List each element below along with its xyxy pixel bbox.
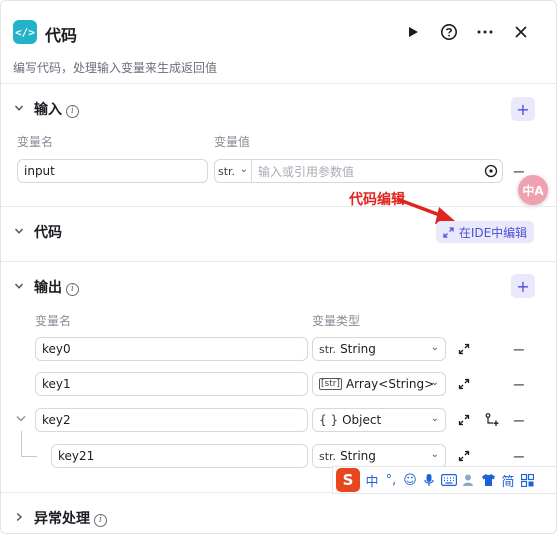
output-type-select[interactable]: [str] Array<String> ⌄	[312, 372, 446, 396]
output-section-label: 输出	[34, 280, 62, 296]
remove-output-button[interactable]: −	[512, 375, 526, 394]
output-type-select[interactable]: { } Object ⌄	[312, 408, 446, 432]
type-tag: { }	[319, 413, 339, 427]
input-name-field[interactable]: input	[17, 159, 208, 183]
ime-simplified[interactable]: 简	[501, 471, 515, 490]
output-name-field[interactable]: key2	[35, 408, 308, 432]
ime-keyboard-icon[interactable]	[441, 474, 457, 486]
type-label: Object	[342, 413, 382, 427]
code-icon: </>	[13, 20, 37, 44]
ime-toolbar: S 中 °, ☺ 简	[332, 466, 556, 494]
remove-output-button[interactable]: −	[512, 340, 526, 359]
ime-emoji-icon[interactable]: ☺	[403, 473, 417, 488]
output-type-select[interactable]: str. String ⌄	[312, 337, 446, 361]
divider	[1, 206, 556, 207]
error-section-title[interactable]: 异常处理 i	[34, 508, 107, 528]
reference-icon[interactable]	[484, 164, 498, 178]
type-label: Array<String>	[345, 377, 435, 391]
output-col-name: 变量名	[35, 314, 72, 328]
type-tag: [str]	[319, 378, 342, 390]
remove-output-button[interactable]: −	[512, 411, 526, 430]
play-icon[interactable]	[402, 21, 424, 43]
chevron-down-icon: ⌄	[239, 164, 248, 175]
edit-in-ide-button[interactable]: 在IDE中编辑	[436, 221, 534, 243]
input-col-name: 变量名	[17, 135, 54, 149]
input-col-value: 变量值	[214, 135, 251, 149]
tree-line	[21, 456, 37, 457]
expand-icon[interactable]	[457, 377, 471, 391]
type-label: String	[340, 342, 376, 356]
output-section-title[interactable]: 输出 i	[34, 277, 79, 297]
ime-skin-icon[interactable]	[481, 473, 496, 487]
info-icon: i	[66, 104, 79, 118]
chevron-down-icon[interactable]	[12, 101, 26, 115]
type-label: String	[340, 449, 376, 463]
input-type-select[interactable]: str. ⌄	[214, 159, 252, 183]
input-section-title[interactable]: 输入 i	[34, 99, 79, 119]
error-section-label: 异常处理	[34, 511, 90, 527]
expand-icon[interactable]	[457, 413, 471, 427]
tree-line	[21, 431, 22, 456]
divider	[1, 83, 556, 84]
edit-in-ide-label: 在IDE中编辑	[458, 225, 528, 240]
panel-subtitle: 编写代码，处理输入变量来生成返回值	[13, 61, 218, 75]
expand-icon[interactable]	[457, 342, 471, 356]
chevron-down-icon[interactable]	[12, 279, 26, 293]
add-input-button[interactable]: +	[511, 97, 535, 121]
ime-user-icon[interactable]	[462, 473, 476, 487]
input-type-tag: str.	[218, 164, 236, 178]
chevron-right-icon[interactable]	[12, 510, 26, 524]
info-icon: i	[94, 513, 107, 527]
panel-header: </> 代码	[1, 1, 556, 53]
sogou-logo-icon[interactable]: S	[336, 468, 360, 492]
chevron-down-icon: ⌄	[430, 342, 439, 353]
code-section-title[interactable]: 代码	[34, 222, 62, 242]
chevron-down-icon: ⌄	[430, 377, 439, 388]
chevron-down-icon[interactable]	[12, 224, 26, 238]
ime-mic-icon[interactable]	[422, 473, 436, 487]
type-tag: str.	[319, 342, 337, 356]
panel-title: 代码	[45, 26, 78, 45]
expand-icon[interactable]	[457, 449, 471, 463]
ime-grid-icon[interactable]	[520, 473, 534, 487]
remove-output-button[interactable]: −	[512, 447, 526, 466]
output-col-type: 变量类型	[312, 314, 361, 328]
expand-icon	[443, 226, 454, 238]
info-icon: i	[66, 282, 79, 296]
output-name-field[interactable]: key0	[35, 337, 308, 361]
chevron-down-icon: ⌄	[430, 449, 439, 460]
type-tag: str.	[319, 449, 337, 463]
remove-input-button[interactable]: −	[512, 162, 526, 181]
output-name-field[interactable]: key1	[35, 372, 308, 396]
add-child-icon[interactable]	[484, 412, 500, 428]
output-child-name-field[interactable]: key21	[51, 444, 308, 468]
add-output-button[interactable]: +	[511, 274, 535, 298]
input-section-label: 输入	[34, 102, 62, 118]
divider	[1, 261, 556, 262]
more-icon[interactable]	[474, 21, 496, 43]
chevron-down-icon: ⌄	[430, 413, 439, 424]
output-type-select[interactable]: str. String ⌄	[312, 444, 446, 468]
input-value-field[interactable]: 输入或引用参数值	[251, 159, 503, 183]
ime-punctuation[interactable]: °,	[384, 473, 398, 488]
chevron-down-icon[interactable]	[15, 413, 27, 423]
ime-chinese-mode[interactable]: 中	[365, 471, 379, 490]
help-icon[interactable]	[438, 21, 460, 43]
translate-fab-icon[interactable]: 中A	[518, 175, 548, 205]
close-icon[interactable]	[510, 21, 532, 43]
code-node-panel: </> 代码 编写代码，处理输入变量来生成返回值 输入 i + 变量名 变量值 i…	[0, 0, 557, 534]
